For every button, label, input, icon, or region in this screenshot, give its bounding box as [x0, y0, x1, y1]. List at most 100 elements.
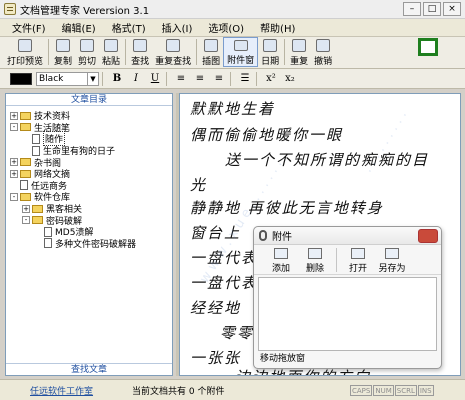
tree-panel-title: 文章目录 — [6, 94, 172, 106]
copy-icon — [56, 39, 71, 52]
image-icon — [204, 39, 219, 52]
undo-button[interactable]: 撤销 — [311, 37, 335, 67]
cut-button[interactable]: 剪切 — [75, 37, 99, 67]
underline-button[interactable]: U — [147, 72, 163, 86]
menu-edit[interactable]: 编辑(E) — [54, 20, 104, 35]
tree-node[interactable]: 随作 — [10, 131, 172, 147]
chevron-down-icon[interactable]: ▼ — [87, 71, 99, 86]
attachment-delete-button[interactable]: 删除 — [298, 245, 332, 274]
folder-icon — [32, 216, 43, 225]
menu-insert[interactable]: 插入(I) — [154, 20, 201, 35]
maximize-button[interactable]: □ — [423, 2, 441, 16]
menu-options[interactable]: 选项(O) — [200, 20, 252, 35]
tree-node[interactable]: + 黑客相关 — [10, 203, 172, 215]
tree-node[interactable]: + 网络文摘 — [10, 168, 172, 180]
toolbar-separator — [196, 39, 198, 65]
tree-node[interactable]: 生命里有狗的日子 — [10, 145, 172, 157]
tree-node[interactable]: 多种文件密码破解器 — [10, 238, 172, 250]
editor-line: 一张张 — [190, 349, 242, 367]
collapse-icon[interactable]: - — [10, 123, 18, 132]
attachment-save-as-button[interactable]: 另存为 — [375, 245, 409, 274]
folder-icon — [32, 204, 43, 213]
tree-node[interactable]: - 密码破解 — [10, 214, 172, 227]
attachment-window-header[interactable]: 附件 — [254, 227, 441, 245]
format-separator — [166, 71, 167, 86]
color-swatch[interactable] — [10, 72, 32, 85]
attachment-toolbar-separator — [336, 248, 337, 272]
main-toolbar: 打印预览 复制 剪切 粘贴 查找 重复查找 插图 附件窗 日期 重复 撤销 — [0, 37, 465, 69]
collapse-icon[interactable]: - — [22, 216, 30, 225]
align-left-button[interactable]: ≡ — [173, 72, 189, 86]
key-indicators: CAPS NUM SCRL INS — [350, 384, 434, 396]
article-tree-panel: 文章目录 + 技术资料 - 生活随笔 随作 生命里有狗的日子 + 杂书阁 + 网络文摘 任远商务 - 软… — [5, 93, 173, 376]
menu-file[interactable]: 文件(F) — [4, 20, 54, 35]
insert-image-button[interactable]: 插图 — [199, 37, 223, 67]
redo-button[interactable]: 重复 — [287, 37, 311, 67]
attachment-icon — [233, 40, 248, 51]
article-tree: + 技术资料 - 生活随笔 随作 生命里有狗的日子 + 杂书阁 + 网络文摘 任远商务 - 软件仓库 + 黑… — [6, 106, 172, 250]
paperclip-icon — [259, 230, 267, 241]
redo-icon — [292, 39, 307, 52]
delete-attachment-icon — [308, 248, 322, 259]
tree-node[interactable]: - 软件仓库 — [10, 191, 172, 203]
studio-link[interactable]: 任远软件工作室 — [0, 384, 120, 397]
menu-format[interactable]: 格式(T) — [104, 20, 154, 35]
add-attachment-icon — [274, 248, 288, 259]
expand-icon[interactable]: + — [22, 204, 30, 213]
caps-indicator: CAPS — [350, 384, 373, 396]
attachment-list[interactable] — [258, 277, 437, 351]
scroll-indicator: SCRL — [394, 384, 417, 396]
subscript-button[interactable]: x₂ — [282, 72, 298, 86]
attachment-drop-hint: 移动拖放窗 — [260, 354, 306, 364]
folder-icon — [20, 111, 31, 120]
tree-node[interactable]: MD5溃解 — [10, 226, 172, 238]
toolbar-separator — [48, 39, 50, 65]
tree-node-label: 多种文件密码破解器 — [55, 239, 137, 250]
save-as-icon — [385, 248, 399, 259]
editor-line: 一盘代表 — [190, 274, 259, 292]
align-right-button[interactable]: ≡ — [211, 72, 227, 86]
green-square-button[interactable] — [418, 38, 438, 56]
menu-bar: 文件(F) 编辑(E) 格式(T) 插入(I) 选项(O) 帮助(H) — [0, 19, 465, 37]
font-color-select[interactable]: Black — [36, 71, 88, 86]
expand-icon[interactable]: + — [10, 111, 18, 120]
title-bar: 文档管理专家 Verersion 3.1 – □ × — [0, 0, 465, 19]
find-article-link[interactable]: 查找文章 — [6, 363, 172, 375]
date-button[interactable]: 日期 — [258, 37, 282, 67]
expand-icon[interactable]: + — [10, 158, 18, 167]
print-preview-button[interactable]: 打印预览 — [4, 37, 46, 67]
find-button[interactable]: 查找 — [128, 37, 152, 67]
copy-button[interactable]: 复制 — [51, 37, 75, 67]
editor-line: 送一个不知所谓的痴痴的目 — [225, 151, 430, 169]
paste-button[interactable]: 粘贴 — [99, 37, 123, 67]
superscript-button[interactable]: x² — [263, 72, 279, 86]
tree-node[interactable]: - 生活随笔 — [10, 122, 172, 134]
attachment-open-button[interactable]: 打开 — [341, 245, 375, 274]
bullet-list-button[interactable]: ☰ — [237, 72, 253, 86]
attachment-add-button[interactable]: 添加 — [264, 245, 298, 274]
toolbar-separator — [125, 39, 127, 65]
tree-node[interactable]: 任远商务 — [10, 180, 172, 192]
close-button[interactable]: × — [443, 2, 461, 16]
menu-help[interactable]: 帮助(H) — [252, 20, 303, 35]
bold-button[interactable]: B — [109, 72, 125, 86]
num-indicator: NUM — [373, 384, 394, 396]
editor-line: 经经地 — [190, 299, 242, 317]
tree-node[interactable]: + 技术资料 — [10, 110, 172, 122]
attachment-close-button[interactable] — [418, 229, 438, 243]
document-icon — [20, 180, 28, 191]
editor-line: 默默地生着 — [190, 100, 276, 118]
format-toolbar: Black ▼ B I U ≡ ≡ ≡ ☰ x² x₂ — [0, 69, 465, 89]
paste-icon — [104, 39, 119, 52]
expand-icon[interactable]: + — [10, 169, 18, 178]
align-center-button[interactable]: ≡ — [192, 72, 208, 86]
attachment-window-button[interactable]: 附件窗 — [223, 37, 259, 67]
find-again-button[interactable]: 重复查找 — [152, 37, 194, 67]
tree-node[interactable]: + 杂书阁 — [10, 156, 172, 169]
collapse-icon[interactable]: - — [10, 192, 18, 201]
minimize-button[interactable]: – — [403, 2, 421, 16]
scissors-icon — [80, 39, 95, 52]
toolbar-separator — [284, 39, 286, 65]
format-separator — [256, 71, 257, 86]
italic-button[interactable]: I — [128, 72, 144, 86]
